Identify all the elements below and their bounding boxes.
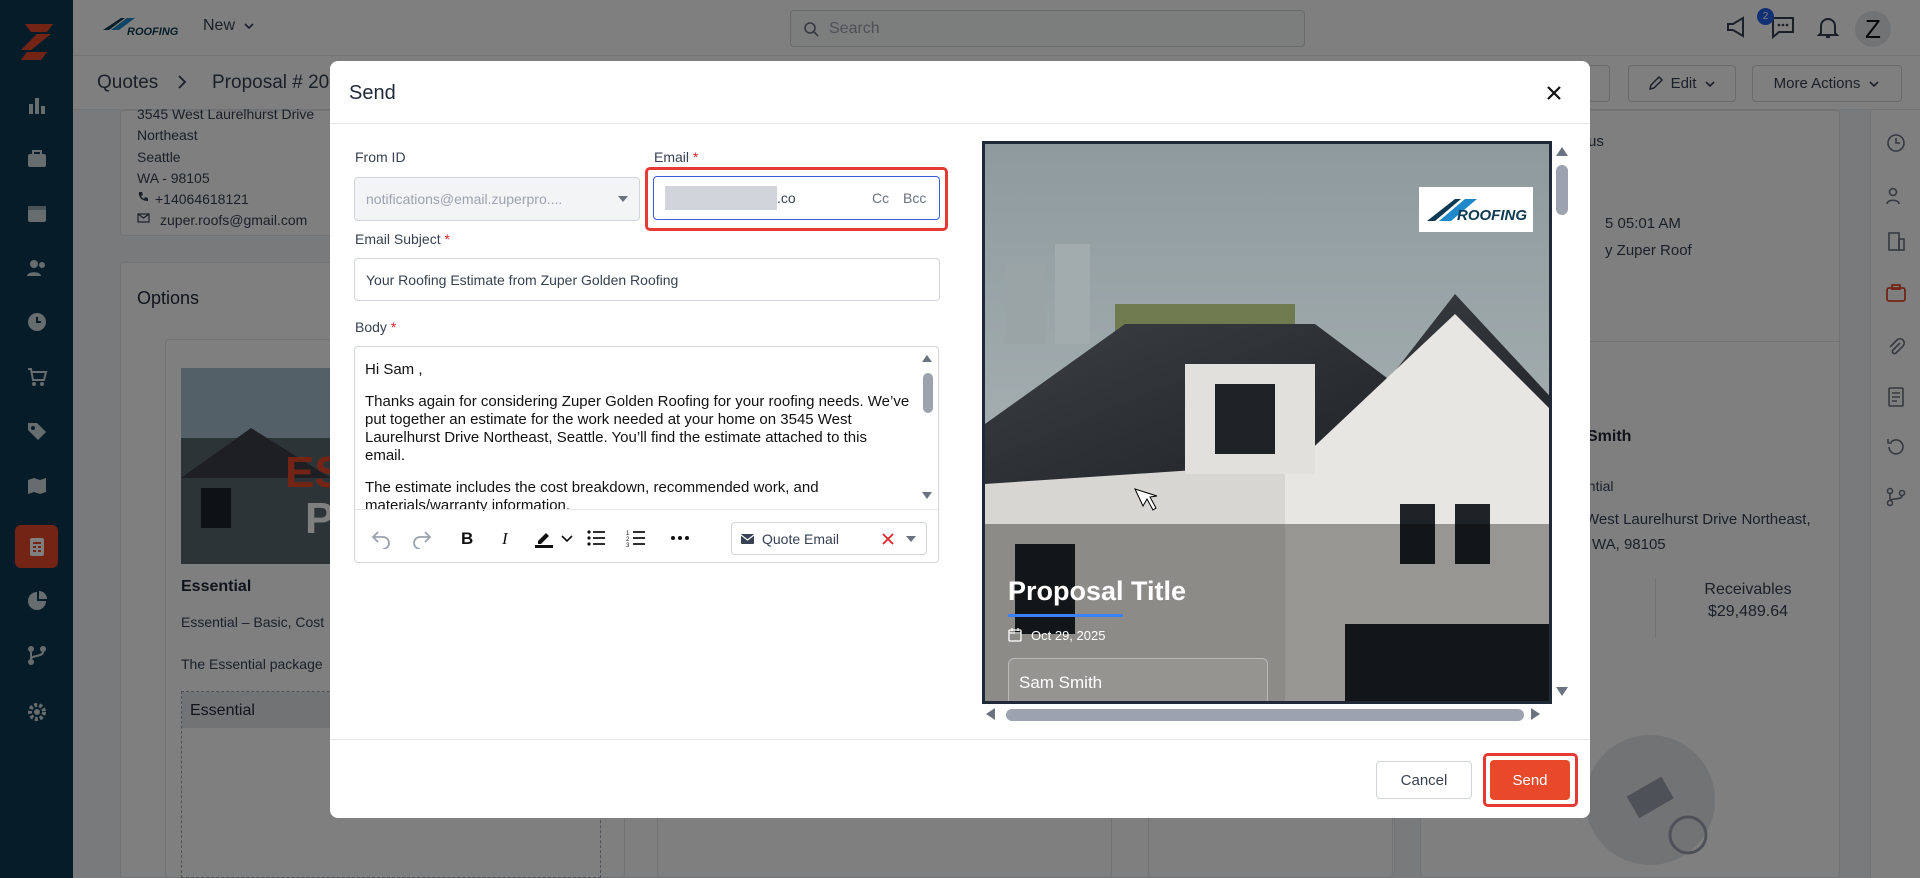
svg-text:3: 3 (626, 543, 630, 549)
scroll-down-icon[interactable] (921, 491, 933, 501)
proposal-date: Oct 29, 2025 (1031, 628, 1106, 643)
bcc-button[interactable]: Bcc (903, 190, 926, 206)
svg-text:B: B (461, 529, 473, 548)
modal-title: Send (349, 82, 396, 104)
subject-value: Your Roofing Estimate from Zuper Golden … (366, 271, 679, 288)
proposal-title: Proposal Title (1008, 576, 1187, 606)
email-value: .co (777, 190, 796, 206)
body-paragraph: Thanks again for considering Zuper Golde… (365, 393, 910, 464)
subject-input[interactable]: Your Roofing Estimate from Zuper Golden … (354, 258, 940, 301)
caret-down-icon (618, 196, 628, 202)
preview-vscroll-thumb[interactable] (1556, 165, 1568, 215)
clear-icon[interactable] (882, 533, 894, 545)
modal-footer-divider (330, 739, 1590, 740)
body-editor[interactable]: Hi Sam , Thanks again for considering Zu… (354, 346, 939, 563)
proposal-preview: ROOFING Proposal Title Oct 29, 2025 Sam … (982, 141, 1552, 704)
scroll-up-icon[interactable] (921, 353, 933, 363)
undo-icon[interactable] (370, 527, 392, 549)
cancel-button[interactable]: Cancel (1376, 761, 1472, 799)
from-id-value: notifications@email.zuperpro.... (366, 191, 563, 207)
svg-text:I: I (501, 529, 509, 548)
preview-scroll-down-icon[interactable] (1555, 686, 1569, 698)
email-label: Email * (654, 149, 699, 165)
editor-toolbar: B I 123 Quote Email (355, 509, 938, 563)
from-id-select[interactable]: notifications@email.zuperpro.... (354, 177, 640, 221)
body-label: Body * (355, 319, 397, 335)
calendar-icon (1008, 628, 1022, 642)
subject-label: Email Subject * (355, 231, 450, 247)
email-field[interactable]: .co Cc Bcc (653, 176, 940, 220)
italic-icon[interactable]: I (495, 527, 517, 549)
preview-logo-text: ROOFING (1457, 207, 1527, 224)
client-name: Sam Smith (1019, 673, 1103, 692)
bold-icon[interactable]: B (456, 527, 478, 549)
bullet-list-icon[interactable] (585, 527, 607, 549)
send-button[interactable]: Send (1490, 760, 1570, 800)
preview-logo: ROOFING (1419, 187, 1533, 232)
body-paragraph: Hi Sam , (365, 361, 423, 378)
cc-button[interactable]: Cc (872, 190, 889, 206)
preview-hscroll-thumb[interactable] (1006, 709, 1524, 721)
send-modal: Send From ID notifications@email.zuperpr… (330, 61, 1590, 818)
template-value: Quote Email (762, 530, 840, 547)
preview-scroll-left-icon[interactable] (984, 707, 996, 721)
body-scrollbar-thumb[interactable] (923, 373, 933, 413)
envelope-icon (741, 534, 754, 544)
modal-divider (330, 123, 1590, 124)
close-icon[interactable] (1542, 81, 1566, 105)
preview-scroll-right-icon[interactable] (1530, 707, 1542, 721)
preview-scroll-up-icon[interactable] (1555, 145, 1569, 157)
more-options-icon[interactable] (669, 527, 691, 549)
title-underline (1008, 614, 1123, 617)
caret-down-icon[interactable] (906, 536, 916, 543)
redo-icon[interactable] (411, 527, 433, 549)
chevron-down-icon[interactable] (560, 527, 574, 549)
body-text[interactable]: Hi Sam , Thanks again for considering Zu… (365, 361, 910, 511)
body-paragraph: The estimate includes the cost breakdown… (365, 479, 819, 511)
highlight-icon[interactable] (533, 527, 555, 549)
template-select[interactable]: Quote Email (731, 522, 927, 555)
email-redacted (665, 186, 777, 210)
numbered-list-icon[interactable]: 123 (625, 527, 647, 549)
client-card: Sam Smith (1008, 658, 1268, 701)
from-id-label: From ID (355, 149, 406, 165)
